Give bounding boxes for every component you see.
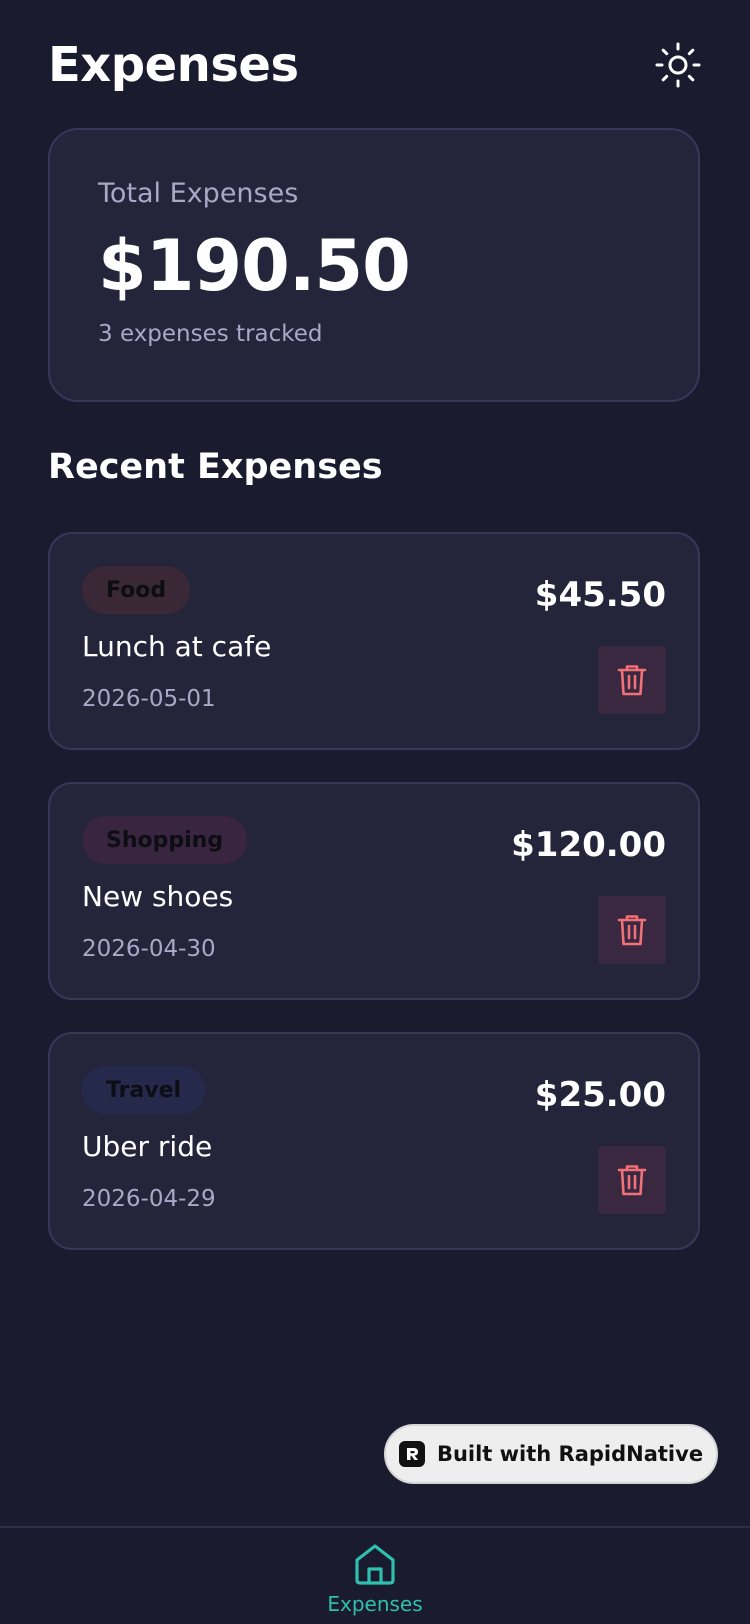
expense-description: Lunch at cafe <box>82 630 272 663</box>
section-title: Recent Expenses <box>48 447 383 487</box>
expense-card[interactable]: Food Lunch at cafe 2026-05-01 $45.50 <box>48 532 700 750</box>
header: Expenses <box>48 30 702 100</box>
delete-button[interactable] <box>598 896 666 964</box>
total-label: Total Expenses <box>98 178 299 209</box>
category-badge: Food <box>82 566 191 614</box>
trash-icon <box>617 1165 647 1196</box>
category-badge: Travel <box>82 1066 206 1114</box>
expense-amount: $45.50 <box>534 575 666 615</box>
category-badge: Shopping <box>82 816 248 864</box>
trash-icon <box>617 665 647 696</box>
home-icon <box>355 1544 395 1585</box>
delete-button[interactable] <box>598 646 666 714</box>
total-expenses-card: Total Expenses $190.50 3 expenses tracke… <box>48 128 700 402</box>
delete-button[interactable] <box>598 1146 666 1214</box>
bottom-tab-bar: Expenses <box>0 1526 750 1624</box>
expense-card[interactable]: Travel Uber ride 2026-04-29 $25.00 <box>48 1032 700 1250</box>
expense-date: 2026-04-30 <box>82 936 216 962</box>
expense-description: New shoes <box>82 880 234 913</box>
expense-count: 3 expenses tracked <box>98 321 323 347</box>
tab-label: Expenses <box>327 1592 423 1616</box>
expense-amount: $120.00 <box>511 825 666 865</box>
tab-expenses[interactable]: Expenses <box>325 1542 425 1624</box>
expense-date: 2026-05-01 <box>82 686 216 712</box>
expense-date: 2026-04-29 <box>82 1186 216 1212</box>
expense-description: Uber ride <box>82 1130 213 1163</box>
trash-icon <box>617 915 647 946</box>
total-amount: $190.50 <box>98 225 411 307</box>
expense-card[interactable]: Shopping New shoes 2026-04-30 $120.00 <box>48 782 700 1000</box>
sun-icon <box>655 42 701 88</box>
expense-list: Food Lunch at cafe 2026-05-01 $45.50 Sho… <box>48 532 700 1282</box>
page-title: Expenses <box>48 37 299 93</box>
theme-toggle-button[interactable] <box>654 41 702 89</box>
expense-amount: $25.00 <box>534 1075 666 1115</box>
built-with-badge[interactable]: Built with RapidNative <box>384 1424 718 1484</box>
built-with-text: Built with RapidNative <box>436 1442 704 1466</box>
rapidnative-logo-icon <box>398 1441 425 1467</box>
expenses-screen: Expenses Total Expenses $190.50 3 expens… <box>0 0 750 1624</box>
